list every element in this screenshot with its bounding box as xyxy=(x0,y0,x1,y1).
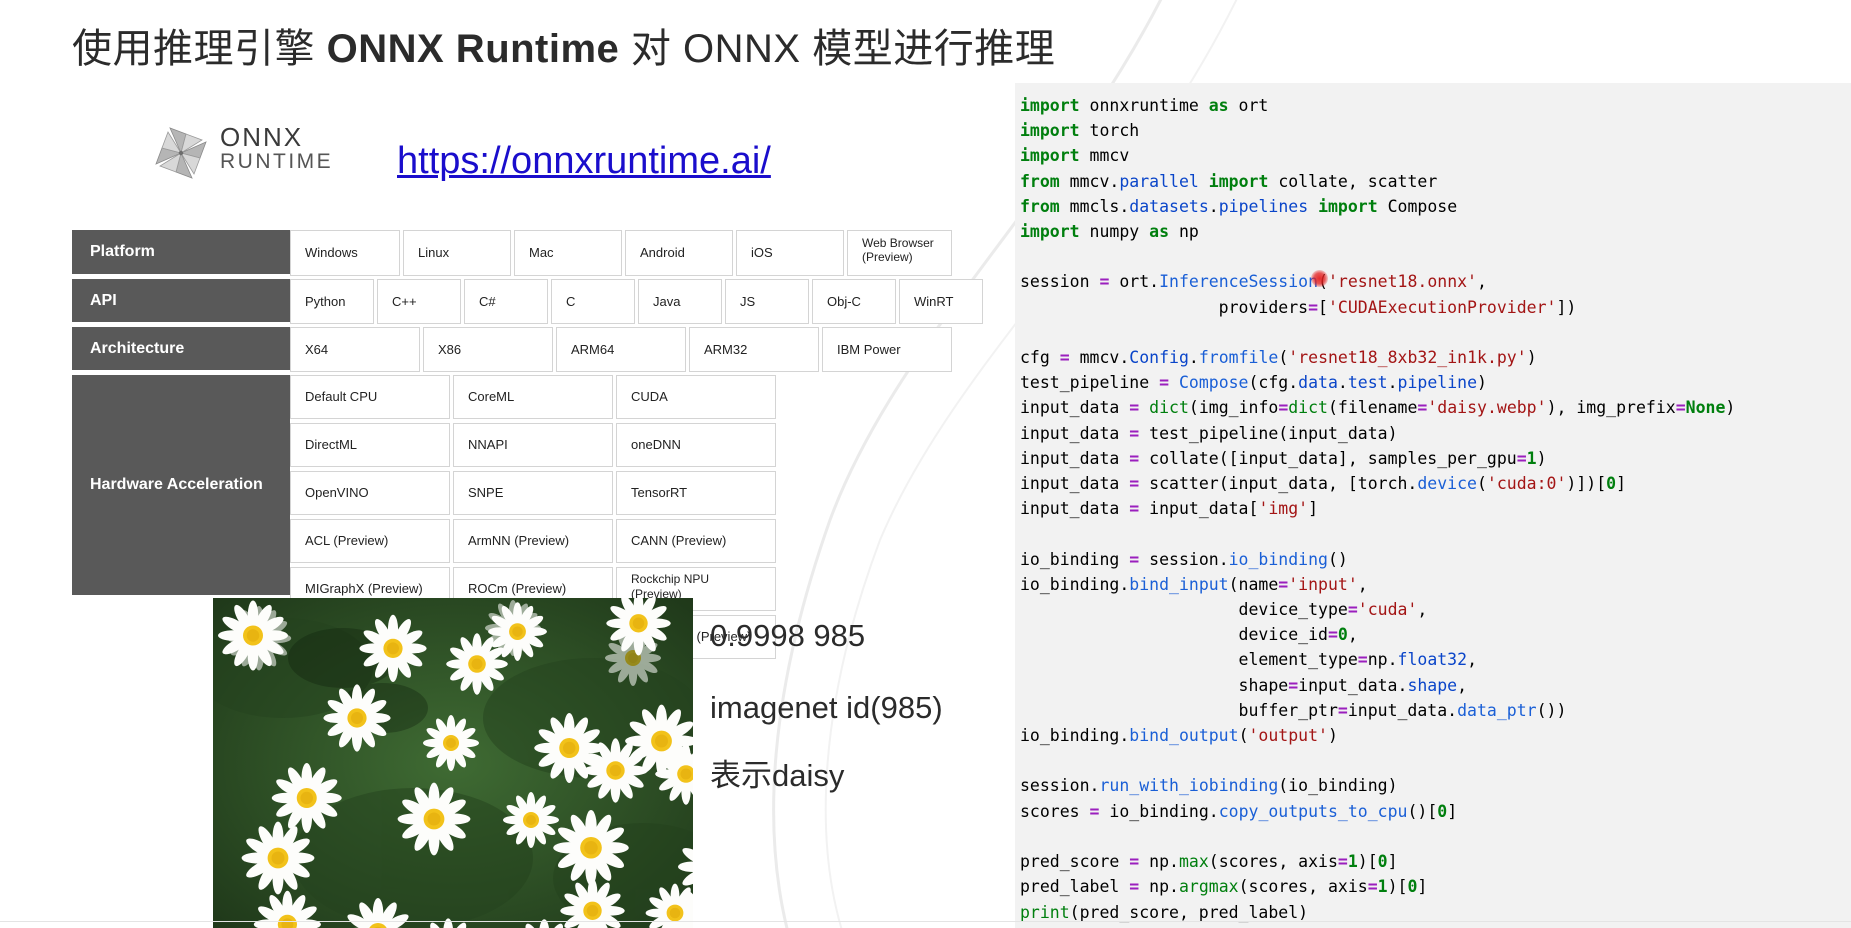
mouse-cursor-highlight xyxy=(1311,270,1328,287)
cell-js[interactable]: JS xyxy=(725,279,809,324)
cell-linux[interactable]: Linux xyxy=(403,230,511,276)
daisy-sample-image xyxy=(213,598,693,928)
cell-armnn[interactable]: ArmNN (Preview) xyxy=(453,519,613,563)
cell-tensorrt[interactable]: TensorRT xyxy=(616,471,776,515)
architecture-cells: X64 X86 ARM64 ARM32 IBM Power xyxy=(290,327,955,375)
platform-cells: Windows Linux Mac Android iOS Web Browse… xyxy=(290,230,955,279)
row-header-platform: Platform xyxy=(72,230,290,276)
logo-onnx-text: ONNX xyxy=(220,122,304,152)
slide-canvas: 使用推理引擎 ONNX Runtime 对 ONNX 模型进行推理 ONNX R… xyxy=(0,0,1851,928)
matrix-row-platform: Platform Windows Linux Mac Android iOS W… xyxy=(72,230,986,279)
api-cells: Python C++ C# C Java JS Obj-C WinRT xyxy=(290,279,986,327)
row-header-hardware-acceleration: Hardware Acceleration xyxy=(72,375,290,597)
matrix-row-architecture: Architecture X64 X86 ARM64 ARM32 IBM Pow… xyxy=(72,327,986,375)
cell-x86[interactable]: X86 xyxy=(423,327,553,372)
row-header-architecture: Architecture xyxy=(72,327,290,372)
logo-wordmark: ONNX RUNTIME xyxy=(220,122,334,174)
cell-cpp[interactable]: C++ xyxy=(377,279,461,324)
python-code-panel[interactable]: import onnxruntime as ort import torch i… xyxy=(1015,83,1851,928)
prediction-score-text: 0.9998 985 xyxy=(710,618,866,653)
cell-ibm-power[interactable]: IBM Power xyxy=(822,327,952,372)
cell-c[interactable]: C xyxy=(551,279,635,324)
cell-windows[interactable]: Windows xyxy=(290,230,400,276)
matrix-row-api: API Python C++ C# C Java JS Obj-C WinRT xyxy=(72,279,986,327)
imagenet-id-text: imagenet id(985) xyxy=(710,690,943,725)
cell-mac[interactable]: Mac xyxy=(514,230,622,276)
cell-ios[interactable]: iOS xyxy=(736,230,844,276)
cell-directml[interactable]: DirectML xyxy=(290,423,450,467)
cell-arm64[interactable]: ARM64 xyxy=(556,327,686,372)
cell-objc[interactable]: Obj-C xyxy=(812,279,896,324)
title-part-1: 使用推理引擎 xyxy=(72,27,327,71)
row-header-api: API xyxy=(72,279,290,324)
page-title: 使用推理引擎 ONNX Runtime 对 ONNX 模型进行推理 xyxy=(72,16,1055,74)
cell-java[interactable]: Java xyxy=(638,279,722,324)
cell-csharp[interactable]: C# xyxy=(464,279,548,324)
cell-cann[interactable]: CANN (Preview) xyxy=(616,519,776,563)
cell-onednn[interactable]: oneDNN xyxy=(616,423,776,467)
cell-nnapi[interactable]: NNAPI xyxy=(453,423,613,467)
cell-web-browser[interactable]: Web Browser (Preview) xyxy=(847,230,952,276)
bottom-divider xyxy=(0,921,1851,922)
cell-snpe[interactable]: SNPE xyxy=(453,471,613,515)
cell-android[interactable]: Android xyxy=(625,230,733,276)
cell-arm32[interactable]: ARM32 xyxy=(689,327,819,372)
title-part-bold: ONNX Runtime xyxy=(326,27,620,71)
cell-winrt[interactable]: WinRT xyxy=(899,279,983,324)
cell-x64[interactable]: X64 xyxy=(290,327,420,372)
python-code-block: import onnxruntime as ort import torch i… xyxy=(1020,96,1736,922)
title-part-2: 对 ONNX 模型进行推理 xyxy=(619,27,1056,71)
cell-acl[interactable]: ACL (Preview) xyxy=(290,519,450,563)
cell-python[interactable]: Python xyxy=(290,279,374,324)
cell-coreml[interactable]: CoreML xyxy=(453,375,613,419)
class-label-text: 表示daisy xyxy=(710,758,845,793)
logo-runtime-text: RUNTIME xyxy=(220,150,334,174)
onnx-pinwheel-icon xyxy=(155,127,207,179)
cell-openvino[interactable]: OpenVINO xyxy=(290,471,450,515)
cell-cuda[interactable]: CUDA xyxy=(616,375,776,419)
cell-default-cpu[interactable]: Default CPU xyxy=(290,375,450,419)
onnxruntime-website-link[interactable]: https://onnxruntime.ai/ xyxy=(397,140,771,183)
onnx-runtime-logo: ONNX RUNTIME xyxy=(150,122,365,184)
